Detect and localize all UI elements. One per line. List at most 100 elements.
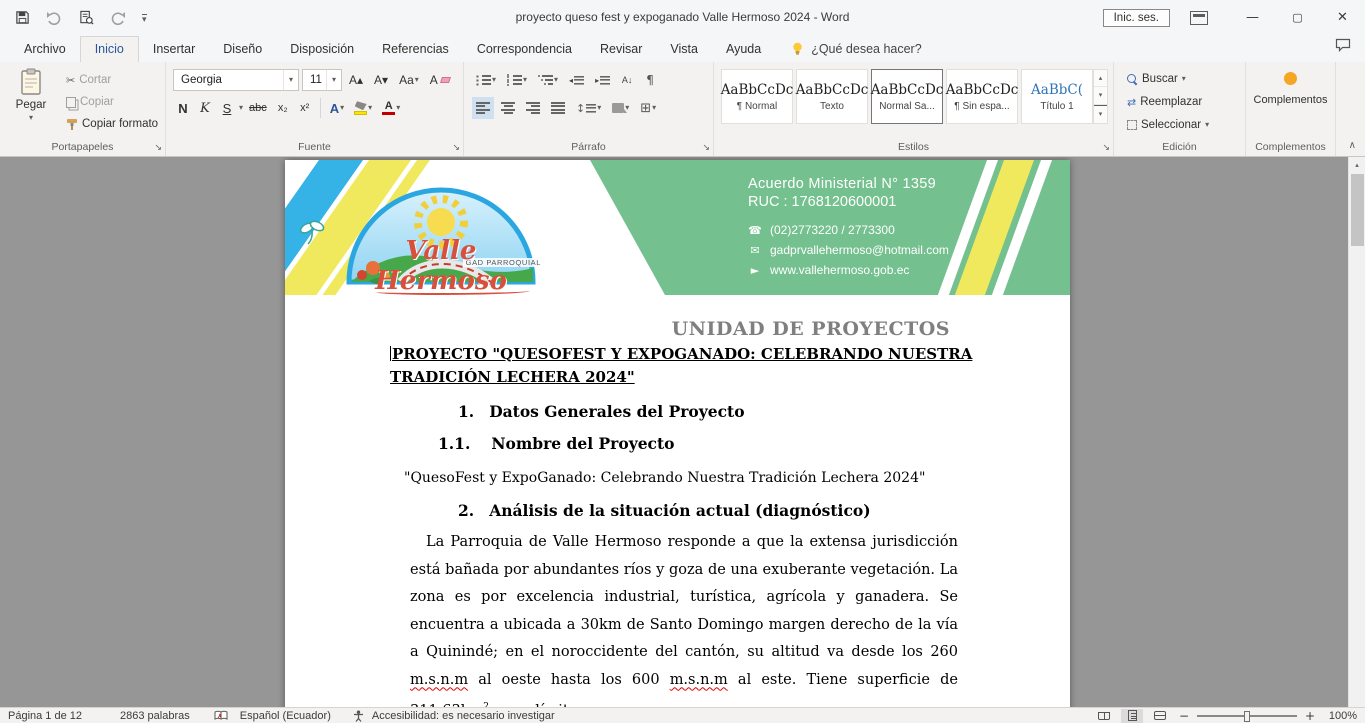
zoom-slider-thumb[interactable] [1244,711,1250,722]
scrollbar-thumb[interactable] [1351,174,1364,246]
zoom-level[interactable]: 100% [1323,710,1357,722]
dialog-launcher-clipboard-icon[interactable]: ↘ [154,143,162,153]
vertical-scrollbar[interactable]: ▴ [1348,157,1365,707]
font-name-combo[interactable]: Georgia ▾ [173,69,299,91]
tab-ayuda[interactable]: Ayuda [712,37,775,62]
increase-indent-button[interactable]: ▸ [591,69,614,91]
gallery-up-icon[interactable]: ▴ [1094,70,1107,87]
borders-button[interactable]: ⊞▾ [636,97,660,119]
gallery-more-icon[interactable]: ▾ [1094,105,1107,123]
save-icon[interactable] [14,10,30,26]
minimize-button[interactable]: — [1230,0,1275,35]
paint-bucket-icon [612,103,624,113]
collapse-ribbon-icon[interactable]: ∧ [1349,140,1356,151]
strikethrough-button[interactable]: abc [245,97,271,119]
replace-button[interactable]: ⇄ Reemplazar [1121,91,1215,113]
chevron-down-icon[interactable]: ▾ [283,70,298,90]
tab-disposicion[interactable]: Disposición [276,37,368,62]
superscript-button[interactable]: x² [295,97,315,119]
print-layout-button[interactable] [1121,709,1143,723]
scroll-up-icon[interactable]: ▴ [1349,157,1365,172]
addins-button[interactable]: Complementos [1246,72,1335,106]
tab-insertar[interactable]: Insertar [139,37,209,62]
document-page[interactable]: Acuerdo Ministerial N° 1359 RUC : 176812… [285,160,1070,707]
cut-button[interactable]: ✂ Cortar [60,69,164,91]
style-card[interactable]: AaBbCcDcTexto [796,69,868,124]
zoom-slider[interactable] [1197,709,1297,723]
align-center-button[interactable] [497,97,519,119]
underline-button[interactable]: S [217,97,237,119]
maximize-button[interactable]: ▢ [1275,0,1320,35]
language-status[interactable]: Español (Ecuador) [232,710,339,722]
comments-icon[interactable] [1335,38,1351,62]
highlight-button[interactable]: ▾ [350,97,376,119]
font-color-button[interactable]: A ▾ [378,97,404,119]
bullets-button[interactable]: ▾ [472,69,500,91]
dialog-launcher-font-icon[interactable]: ↘ [452,143,460,153]
accessibility-icon[interactable] [349,710,368,722]
tab-diseno[interactable]: Diseño [209,37,276,62]
dialog-launcher-paragraph-icon[interactable]: ↘ [702,143,710,153]
style-preview: AaBbCcDc [721,82,794,98]
bold-button[interactable]: N [173,97,193,119]
select-button[interactable]: Seleccionar ▾ [1121,114,1215,136]
subscript-button[interactable]: x₂ [273,97,293,119]
read-mode-button[interactable] [1093,709,1115,723]
numbering-button[interactable]: ▾ [503,69,531,91]
gallery-down-icon[interactable]: ▾ [1094,87,1107,104]
quick-access-toolbar: ▾ [0,10,147,26]
line-spacing-button[interactable]: ↕▾ [572,97,605,119]
copy-button[interactable]: Copiar [60,91,164,113]
status-bar: Página 1 de 12 2863 palabras ✗ Español (… [0,707,1365,723]
document-canvas[interactable]: Acuerdo Ministerial N° 1359 RUC : 176812… [0,157,1365,707]
text-effects-button[interactable]: A ▾ [326,97,348,119]
align-right-button[interactable] [522,97,544,119]
italic-button[interactable]: K [195,97,215,119]
multilevel-list-button[interactable]: ▾ [534,69,562,91]
justify-button[interactable] [547,97,569,119]
find-button[interactable]: Buscar ▾ [1121,68,1215,90]
shrink-font-button[interactable]: A▾ [370,69,392,91]
zoom-in-button[interactable]: + [1303,709,1317,723]
print-preview-icon[interactable] [78,10,94,26]
sort-button[interactable]: A↓ [617,69,637,91]
web-layout-button[interactable] [1149,709,1171,723]
document-body[interactable]: UNIDAD DE PROYECTOS PROYECTO "QUESOFEST … [285,318,1070,707]
decrease-indent-button[interactable]: ◂ [565,69,588,91]
spellcheck-icon[interactable]: ✗ [210,710,232,722]
format-painter-button[interactable]: Copiar formato [60,113,164,135]
dialog-launcher-styles-icon[interactable]: ↘ [1102,143,1110,153]
ribbon-display-options-icon[interactable] [1190,11,1208,25]
zoom-out-button[interactable]: − [1177,709,1191,723]
sign-in-button[interactable]: Inic. ses. [1103,9,1170,27]
grow-font-button[interactable]: A▴ [345,69,367,91]
font-size-combo[interactable]: 11 ▾ [302,69,342,91]
customize-quick-access-icon[interactable]: ▾ [142,14,147,22]
style-card[interactable]: AaBbCcDc¶ Normal [721,69,793,124]
tab-revisar[interactable]: Revisar [586,37,656,62]
show-paragraph-marks-button[interactable]: ¶ [640,69,660,91]
tab-inicio[interactable]: Inicio [80,36,139,62]
shading-button[interactable]: ▾ [608,97,633,119]
project-title-line1: PROYECTO "QUESOFEST Y EXPOGANADO: CELEBR… [392,345,972,363]
tab-correspondencia[interactable]: Correspondencia [463,37,586,62]
tab-archivo[interactable]: Archivo [10,37,80,62]
tab-referencias[interactable]: Referencias [368,37,463,62]
paste-button[interactable]: Pegar ▾ [8,68,54,144]
letterhead-logo: GAD PARROQUIAL Valle Hermoso [340,180,542,293]
style-card[interactable]: AaBbCcDcNormal Sa... [871,69,943,124]
accessibility-status[interactable]: Accesibilidad: es necesario investigar [368,710,563,722]
chevron-down-icon[interactable]: ▾ [326,70,341,90]
chevron-down-icon[interactable]: ▾ [239,104,243,112]
change-case-button[interactable]: Aa ▾ [395,69,423,91]
style-card[interactable]: AaBbC(Título 1 [1021,69,1093,124]
page-count[interactable]: Página 1 de 12 [0,710,90,722]
tab-vista[interactable]: Vista [656,37,712,62]
word-count[interactable]: 2863 palabras [112,710,198,722]
clear-formatting-button[interactable]: A [426,69,454,91]
tell-me-box[interactable]: ¿Qué desea hacer? [791,42,922,62]
redo-icon [110,10,126,26]
align-left-button[interactable] [472,97,494,119]
style-card[interactable]: AaBbCcDc¶ Sin espa... [946,69,1018,124]
close-button[interactable]: ✕ [1320,0,1365,35]
